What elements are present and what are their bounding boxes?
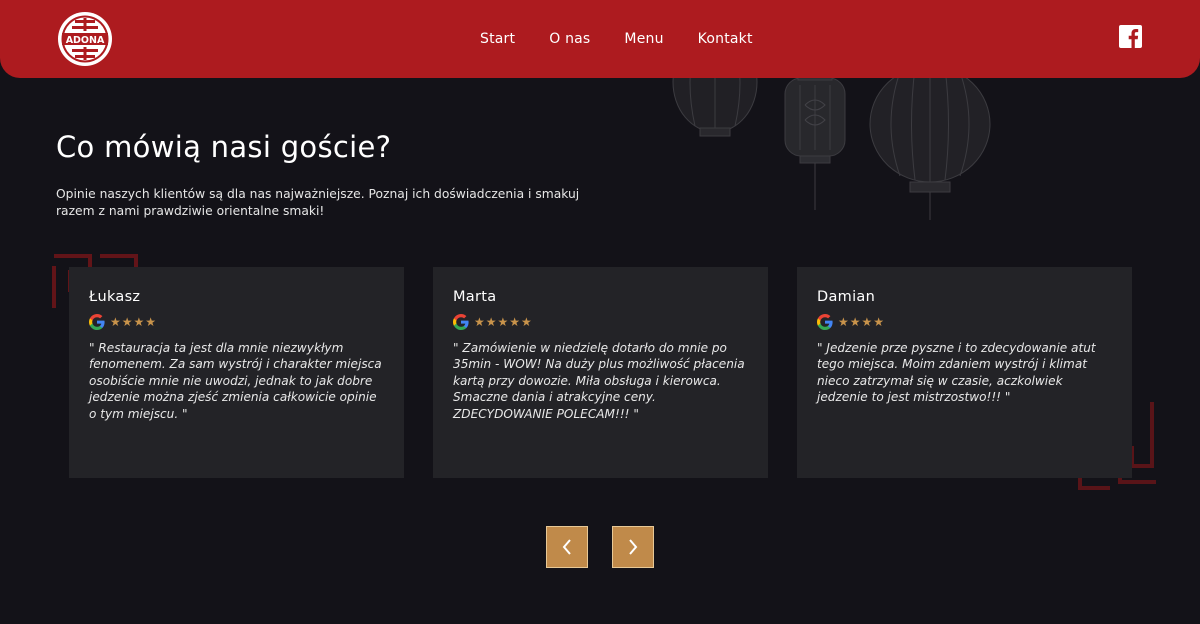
nav-link-menu[interactable]: Menu (624, 31, 663, 47)
main-nav: Start O nas Menu Kontakt (480, 0, 787, 78)
lanterns-decoration (672, 60, 991, 220)
slider-next-button[interactable] (612, 526, 654, 568)
reviews-carousel: Łukasz ★★★★ " Restauracja ta jest dla mn… (69, 267, 1132, 478)
google-icon (453, 314, 469, 330)
reviewer-name: Marta (453, 289, 497, 305)
star-rating: ★★★★ (110, 315, 158, 329)
star-rating: ★★★★★ (474, 315, 533, 329)
review-text: " Jedzenie prze pyszne i to zdecydowanie… (817, 341, 1096, 405)
slider-prev-button[interactable] (546, 526, 588, 568)
rating-row: ★★★★ (817, 313, 1112, 331)
review-text: " Restauracja ta jest dla mnie niezwykły… (89, 341, 382, 421)
nav-link-start[interactable]: Start (480, 31, 515, 47)
google-icon (89, 314, 105, 330)
review-card: Marta ★★★★★ " Zamówienie w niedzielę dot… (433, 267, 768, 478)
logo-text: ADONA (66, 35, 105, 46)
site-header: ADONA Start O nas Menu Kontakt (0, 0, 1200, 78)
rating-row: ★★★★★ (453, 313, 748, 331)
intro-text: Opinie naszych klientów są dla nas najwa… (56, 187, 580, 218)
page-title: Co mówią nasi goście? (56, 130, 392, 164)
rating-row: ★★★★ (89, 313, 384, 331)
chevron-right-icon (629, 539, 638, 555)
review-card: Łukasz ★★★★ " Restauracja ta jest dla mn… (69, 267, 404, 478)
reviewer-name: Łukasz (89, 289, 141, 305)
nav-link-kontakt[interactable]: Kontakt (698, 31, 753, 47)
chevron-left-icon (562, 539, 571, 555)
review-text: " Zamówienie w niedzielę dotarło do mnie… (453, 341, 745, 421)
facebook-icon[interactable] (1119, 25, 1142, 48)
star-rating: ★★★★ (838, 315, 886, 329)
reviewer-name: Damian (817, 289, 876, 305)
adona-logo[interactable]: ADONA (56, 10, 114, 68)
nav-link-o-nas[interactable]: O nas (549, 31, 590, 47)
review-card: Damian ★★★★ " Jedzenie prze pyszne i to … (797, 267, 1132, 478)
google-icon (817, 314, 833, 330)
